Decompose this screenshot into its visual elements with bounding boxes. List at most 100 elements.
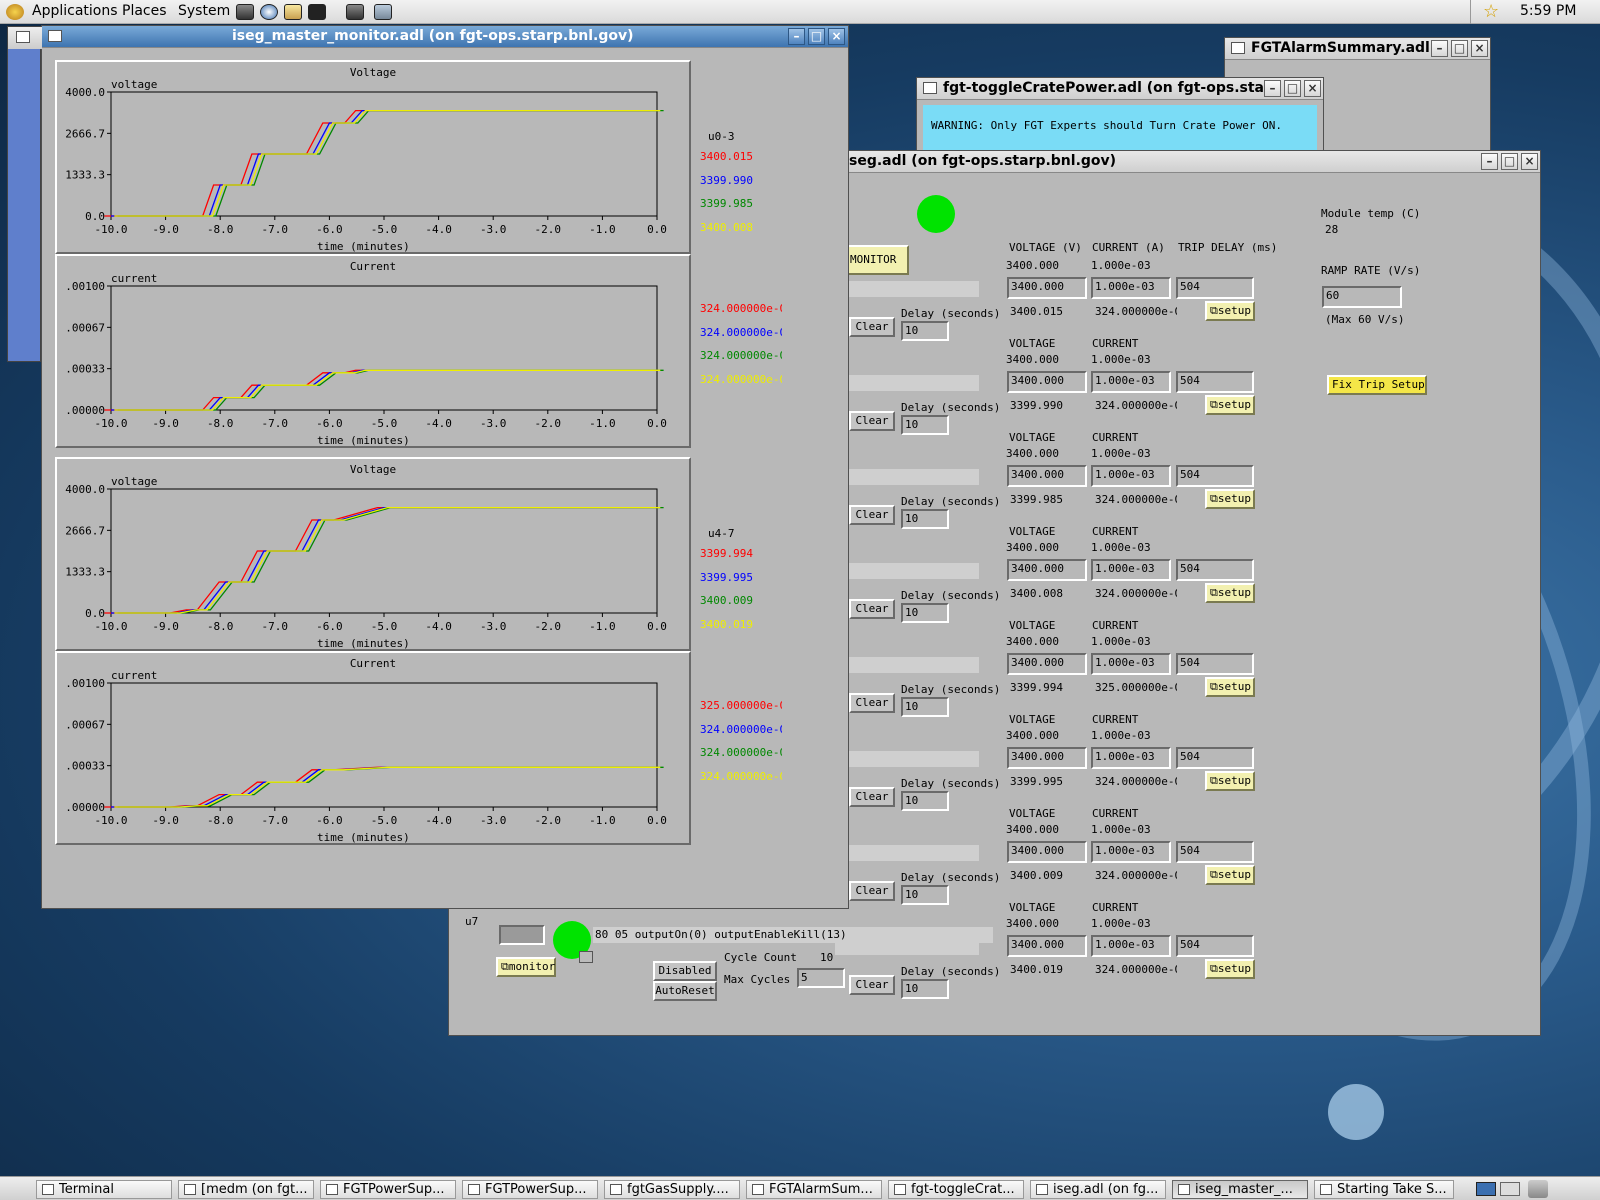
- title-bar[interactable]: fgt-toggleCratePower.adl (on fgt-ops.sta…: [917, 78, 1323, 100]
- taskbar-button[interactable]: FGTPowerSup...: [320, 1180, 456, 1199]
- trash-icon[interactable]: [1528, 1180, 1548, 1198]
- maximize-icon[interactable]: □: [1284, 80, 1301, 97]
- taskbar-button[interactable]: Starting Take S...: [1314, 1180, 1454, 1199]
- resize-handle-icon[interactable]: [579, 951, 593, 963]
- title-bar[interactable]: FGTAlarmSummary.adl – □ ×: [1225, 38, 1490, 60]
- trip-delay-input[interactable]: 504: [1176, 841, 1254, 863]
- trip-delay-input[interactable]: 504: [1176, 653, 1254, 675]
- current-set-input[interactable]: 1.000e-03: [1091, 935, 1171, 957]
- title-bar[interactable]: iseg_master_monitor.adl (on fgt-ops.star…: [42, 26, 848, 48]
- ramp-rate-input[interactable]: 60: [1322, 286, 1402, 308]
- trip-delay-input[interactable]: 504: [1176, 371, 1254, 393]
- trip-delay-input[interactable]: 504: [1176, 277, 1254, 299]
- current-set-input[interactable]: 1.000e-03: [1091, 653, 1171, 675]
- screenshot-launcher-icon[interactable]: [346, 4, 364, 20]
- trip-delay-input[interactable]: 504: [1176, 747, 1254, 769]
- delay-input[interactable]: 10: [901, 415, 949, 435]
- voltage-set-input[interactable]: 3400.000: [1007, 371, 1087, 393]
- current-set-input[interactable]: 1.000e-03: [1091, 841, 1171, 863]
- trip-delay-input[interactable]: 504: [1176, 559, 1254, 581]
- fix-trip-setup-button[interactable]: Fix Trip Setup: [1327, 375, 1427, 395]
- camera-launcher-icon[interactable]: [236, 4, 254, 20]
- delay-input[interactable]: 10: [901, 603, 949, 623]
- files-launcher-icon[interactable]: [284, 4, 302, 20]
- autoreset-button[interactable]: AutoReset: [653, 981, 717, 1001]
- delay-input[interactable]: 10: [901, 321, 949, 341]
- setup-button[interactable]: ⧉setup: [1205, 677, 1255, 697]
- setup-button[interactable]: ⧉setup: [1205, 771, 1255, 791]
- maximize-icon[interactable]: □: [808, 28, 825, 45]
- title-bar[interactable]: [8, 27, 42, 49]
- current-set-input[interactable]: 1.000e-03: [1091, 559, 1171, 581]
- monitor-button[interactable]: MONITOR: [845, 245, 909, 275]
- star-notification-icon[interactable]: ☆: [1483, 1, 1499, 22]
- current-set-input[interactable]: 1.000e-03: [1091, 371, 1171, 393]
- voltage-set-input[interactable]: 3400.000: [1007, 277, 1087, 299]
- menu-places[interactable]: Places: [122, 3, 167, 19]
- setup-button[interactable]: ⧉setup: [1205, 395, 1255, 415]
- current-set-input[interactable]: 1.000e-03: [1091, 465, 1171, 487]
- menu-system[interactable]: System: [178, 3, 230, 19]
- voltage-set-input[interactable]: 3400.000: [1007, 559, 1087, 581]
- clear-button[interactable]: Clear: [849, 787, 895, 807]
- clear-button[interactable]: Clear: [849, 975, 895, 995]
- voltage-set-input[interactable]: 3400.000: [1007, 653, 1087, 675]
- delay-input[interactable]: 10: [901, 885, 949, 905]
- taskbar-button[interactable]: FGTAlarmSum...: [746, 1180, 882, 1199]
- current-set-input[interactable]: 1.000e-03: [1091, 277, 1171, 299]
- close-icon[interactable]: ×: [828, 28, 845, 45]
- menu-applications[interactable]: Applications: [32, 3, 118, 19]
- monitor-launcher-icon[interactable]: [374, 4, 392, 20]
- taskbar-button[interactable]: FGTPowerSup...: [462, 1180, 598, 1199]
- voltage-set-input[interactable]: 3400.000: [1007, 747, 1087, 769]
- taskbar-button-label: Terminal: [59, 1182, 114, 1197]
- taskbar-button[interactable]: iseg.adl (on fg...: [1030, 1180, 1166, 1199]
- clear-button[interactable]: Clear: [849, 317, 895, 337]
- workspace-1-icon[interactable]: [1476, 1182, 1496, 1196]
- close-icon[interactable]: ×: [1304, 80, 1321, 97]
- setup-button[interactable]: ⧉setup: [1205, 865, 1255, 885]
- delay-input[interactable]: 10: [901, 791, 949, 811]
- clock[interactable]: 5:59 PM: [1520, 3, 1576, 19]
- voltage-set-input[interactable]: 3400.000: [1007, 841, 1087, 863]
- max-cycles-input[interactable]: 5: [797, 968, 845, 988]
- trip-delay-input[interactable]: 504: [1176, 465, 1254, 487]
- delay-input[interactable]: 10: [901, 697, 949, 717]
- close-icon[interactable]: ×: [1521, 153, 1538, 170]
- trip-delay-input[interactable]: 504: [1176, 935, 1254, 957]
- clear-button[interactable]: Clear: [849, 505, 895, 525]
- terminal-launcher-icon[interactable]: [308, 4, 326, 20]
- voltage-set-input[interactable]: 3400.000: [1007, 465, 1087, 487]
- close-icon[interactable]: ×: [1471, 40, 1488, 57]
- u7-monitor-button[interactable]: ⧉monitor: [496, 957, 556, 977]
- taskbar-button[interactable]: fgt-toggleCrat...: [888, 1180, 1024, 1199]
- minimize-icon[interactable]: –: [1431, 40, 1448, 57]
- maximize-icon[interactable]: □: [1501, 153, 1518, 170]
- browser-launcher-icon[interactable]: [260, 4, 278, 20]
- clear-button[interactable]: Clear: [849, 411, 895, 431]
- voltage-set-readback: 3400.000: [1006, 635, 1059, 648]
- delay-input[interactable]: 10: [901, 509, 949, 529]
- clear-button[interactable]: Clear: [849, 881, 895, 901]
- setup-button[interactable]: ⧉setup: [1205, 301, 1255, 321]
- delay-input[interactable]: 10: [901, 979, 949, 999]
- channel-toggle-switch[interactable]: [499, 925, 545, 945]
- current-set-input[interactable]: 1.000e-03: [1091, 747, 1171, 769]
- minimize-icon[interactable]: –: [1264, 80, 1281, 97]
- workspace-2-icon[interactable]: [1500, 1182, 1520, 1196]
- taskbar-button[interactable]: Terminal: [36, 1180, 172, 1199]
- disabled-button[interactable]: Disabled: [653, 961, 717, 981]
- taskbar-button[interactable]: fgtGasSupply....: [604, 1180, 740, 1199]
- minimize-icon[interactable]: –: [1481, 153, 1498, 170]
- maximize-icon[interactable]: □: [1451, 40, 1468, 57]
- clear-button[interactable]: Clear: [849, 599, 895, 619]
- setup-button[interactable]: ⧉setup: [1205, 959, 1255, 979]
- minimize-icon[interactable]: –: [788, 28, 805, 45]
- taskbar-button[interactable]: iseg_master_...: [1172, 1180, 1308, 1199]
- taskbar-button[interactable]: [medm (on fgt...: [178, 1180, 314, 1199]
- voltage-set-input[interactable]: 3400.000: [1007, 935, 1087, 957]
- clear-button[interactable]: Clear: [849, 693, 895, 713]
- setup-button[interactable]: ⧉setup: [1205, 489, 1255, 509]
- setup-button[interactable]: ⧉setup: [1205, 583, 1255, 603]
- gnome-foot-icon[interactable]: [6, 4, 24, 20]
